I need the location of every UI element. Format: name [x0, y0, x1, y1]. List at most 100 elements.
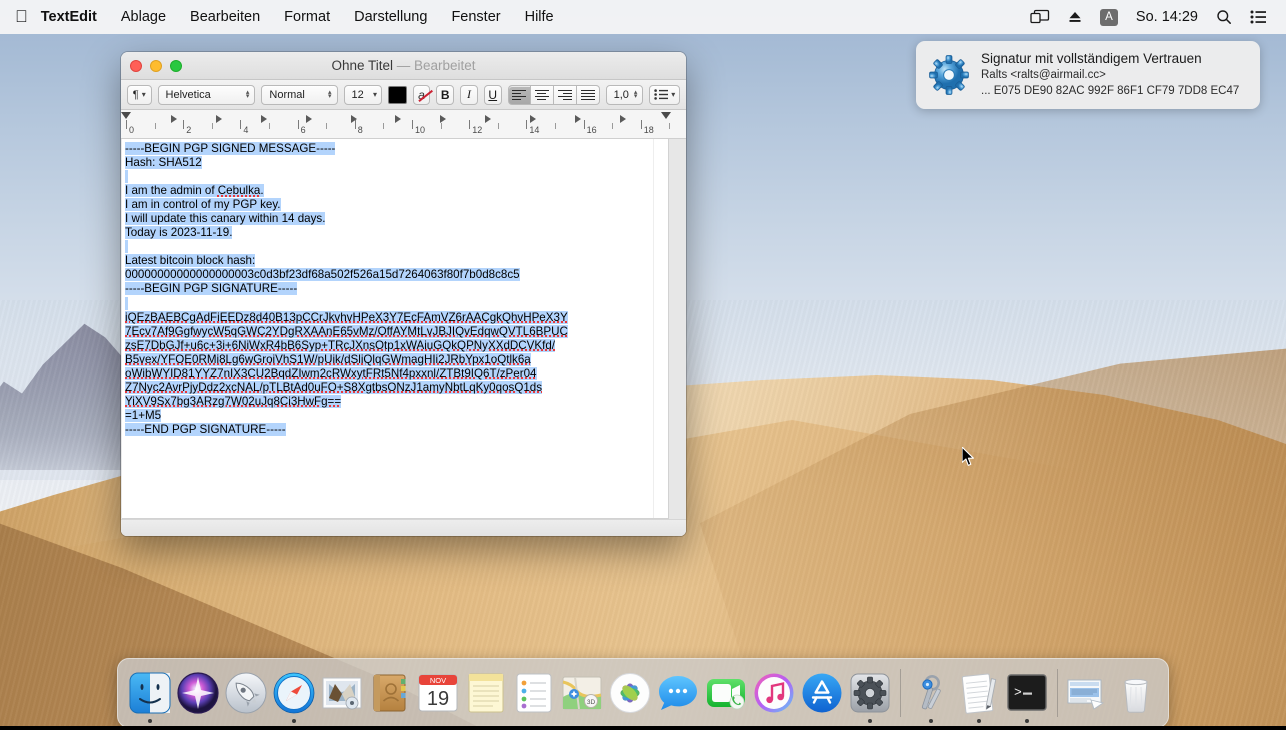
- vertical-scrollbar[interactable]: [653, 139, 668, 519]
- document-line[interactable]: [125, 297, 668, 311]
- text-color-swatch[interactable]: [388, 86, 407, 104]
- document-line[interactable]: Z7Nyc2AvrPjyDdz2xcNAL/pTLBtAd0uFO+S8Xgtb…: [125, 381, 668, 395]
- notification-banner[interactable]: Signatur mit vollständigem Vertrauen Ral…: [916, 41, 1260, 109]
- misspelled-word[interactable]: oWibWYID81YYZ7nIX3CU2BqdZIwm2cRWxytFRt5N…: [125, 367, 537, 380]
- document-line[interactable]: 00000000000000000003c0d3bf23df68a502f526…: [125, 268, 668, 282]
- dock-item-trash[interactable]: [1112, 667, 1160, 723]
- dock-item-safari[interactable]: [270, 667, 318, 723]
- menu-item-fenster[interactable]: Fenster: [439, 9, 512, 25]
- dock-item-system-preferences[interactable]: [846, 667, 894, 723]
- apple-logo-icon[interactable]: : [0, 8, 41, 25]
- document-page[interactable]: -----BEGIN PGP SIGNED MESSAGE-----Hash: …: [122, 139, 669, 519]
- document-line[interactable]: B5vex/YFOE0RMi8Lg6wGroiVhS1W/pUik/dSliQl…: [125, 353, 668, 367]
- zoom-button[interactable]: [170, 60, 182, 72]
- eject-icon[interactable]: [1059, 10, 1091, 24]
- document-line[interactable]: oWibWYID81YYZ7nIX3CU2BqdZIwm2cRWxytFRt5N…: [125, 367, 668, 381]
- menu-item-ablage[interactable]: Ablage: [109, 9, 178, 25]
- dock-item-keychain-access[interactable]: [907, 667, 955, 723]
- document-line[interactable]: Latest bitcoin block hash:: [125, 254, 668, 268]
- menu-item-bearbeiten[interactable]: Bearbeiten: [178, 9, 272, 25]
- ruler-tab-stop[interactable]: [620, 115, 626, 123]
- dock-item-finder[interactable]: [126, 667, 174, 723]
- window-titlebar[interactable]: Ohne Titel — Bearbeitet: [121, 52, 686, 80]
- font-family-select[interactable]: Helvetica ▴▾: [158, 85, 256, 105]
- menu-item-format[interactable]: Format: [272, 9, 342, 25]
- dock-item-siri[interactable]: [174, 667, 222, 723]
- dock-item-textedit[interactable]: [955, 667, 1003, 723]
- ruler[interactable]: 024681012141618: [121, 110, 686, 139]
- ruler-tab-stop[interactable]: [306, 115, 312, 123]
- misspelled-word[interactable]: YiXV9Sx7bg3ARzg7W02uJq8Ci3HwFg==: [125, 395, 341, 408]
- ruler-tab-stop[interactable]: [351, 115, 357, 123]
- dock-item-calendar[interactable]: NOV19: [414, 667, 462, 723]
- misspelled-word[interactable]: zsE7DbGJf+u6c+3i+6NiWxR4bB6Syp+TRcJXnsOt…: [125, 339, 555, 352]
- search-icon[interactable]: [1207, 9, 1241, 25]
- document-line[interactable]: -----BEGIN PGP SIGNED MESSAGE-----: [125, 142, 668, 156]
- ruler-tab-stop[interactable]: [575, 115, 581, 123]
- misspelled-word[interactable]: Cebulka: [218, 184, 261, 197]
- document-line[interactable]: I am in control of my PGP key.: [125, 198, 668, 212]
- misspelled-word[interactable]: B5vex/YFOE0RMi8Lg6wGroiVhS1W/pUik/dSliQl…: [125, 353, 531, 366]
- close-button[interactable]: [130, 60, 142, 72]
- document-line[interactable]: -----BEGIN PGP SIGNATURE-----: [125, 282, 668, 296]
- ruler-tab-stop[interactable]: [395, 115, 401, 123]
- dock-item-photos[interactable]: [606, 667, 654, 723]
- dock-item-appstore[interactable]: [798, 667, 846, 723]
- control-center-icon[interactable]: [1241, 10, 1276, 24]
- document-line[interactable]: I am the admin of Cebulka.: [125, 184, 668, 198]
- dock-item-facetime[interactable]: [702, 667, 750, 723]
- document-text[interactable]: -----BEGIN PGP SIGNED MESSAGE-----Hash: …: [122, 139, 668, 437]
- dock-item-notes[interactable]: [462, 667, 510, 723]
- dock-item-contacts[interactable]: [366, 667, 414, 723]
- screen-mirroring-icon[interactable]: [1021, 9, 1059, 25]
- bold-button[interactable]: B: [436, 85, 454, 105]
- paragraph-mark-icon[interactable]: ¶▾: [127, 85, 152, 105]
- input-source-indicator[interactable]: A: [1091, 9, 1127, 26]
- minimize-button[interactable]: [150, 60, 162, 72]
- document-line[interactable]: I will update this canary within 14 days…: [125, 212, 668, 226]
- dock-item-itunes[interactable]: [750, 667, 798, 723]
- ruler-tab-stop[interactable]: [171, 115, 177, 123]
- dock-item-messages[interactable]: [654, 667, 702, 723]
- ruler-right-indent-marker[interactable]: [661, 112, 671, 119]
- font-style-select[interactable]: Normal ▴▾: [261, 85, 337, 105]
- textedit-window[interactable]: Ohne Titel — Bearbeitet ¶▾ Helvetica ▴▾ …: [121, 52, 686, 536]
- text-highlight-icon[interactable]: a: [413, 85, 431, 105]
- dock-item-launchpad[interactable]: [222, 667, 270, 723]
- dock-item-terminal[interactable]: >: [1003, 667, 1051, 723]
- ruler-tab-stop[interactable]: [261, 115, 267, 123]
- dock-item-mail[interactable]: [318, 667, 366, 723]
- ruler-tab-stop[interactable]: [485, 115, 491, 123]
- document-line[interactable]: =1+M5: [125, 409, 668, 423]
- document-line[interactable]: 7Ecv7Af9GgfwycW5qGWC2YDgRXAAnE65vMz/OffA…: [125, 325, 668, 339]
- font-size-select[interactable]: 12 ▾: [344, 85, 383, 105]
- dock-item-maps[interactable]: 3D: [558, 667, 606, 723]
- align-left-button[interactable]: [508, 85, 531, 105]
- ruler-left-indent-marker[interactable]: [121, 112, 131, 119]
- underline-button[interactable]: U: [484, 85, 502, 105]
- ruler-tab-stop[interactable]: [440, 115, 446, 123]
- misspelled-word[interactable]: 7Ecv7Af9GgfwycW5qGWC2YDgRXAAnE65vMz/OffA…: [125, 325, 568, 338]
- misspelled-word[interactable]: iQEzBAEBCgAdFiEEDz8d40B13pCCrJkvhvHPeX3Y…: [125, 311, 568, 324]
- document-line[interactable]: zsE7DbGJf+u6c+3i+6NiWxR4bB6Syp+TRcJXnsOt…: [125, 339, 668, 353]
- bullet-list-icon[interactable]: ▾: [649, 85, 680, 105]
- menu-item-textedit[interactable]: TextEdit: [41, 9, 109, 25]
- italic-button[interactable]: I: [460, 85, 478, 105]
- document-line[interactable]: Today is 2023-11-19.: [125, 226, 668, 240]
- ruler-tab-stop[interactable]: [530, 115, 536, 123]
- document-line[interactable]: [125, 170, 668, 184]
- align-center-button[interactable]: [531, 85, 554, 105]
- document-line[interactable]: [125, 240, 668, 254]
- menu-bar-clock[interactable]: So. 14:29: [1127, 9, 1207, 25]
- align-justify-button[interactable]: [577, 85, 600, 105]
- document-line[interactable]: iQEzBAEBCgAdFiEEDz8d40B13pCCrJkvhvHPeX3Y…: [125, 311, 668, 325]
- ruler-tab-stop[interactable]: [216, 115, 222, 123]
- align-right-button[interactable]: [554, 85, 577, 105]
- menu-item-hilfe[interactable]: Hilfe: [513, 9, 566, 25]
- dock-item-minimized-document[interactable]: [1064, 667, 1112, 723]
- misspelled-word[interactable]: Z7Nyc2AvrPjyDdz2xcNAL/pTLBtAd0uFO+S8Xgtb…: [125, 381, 542, 394]
- menu-item-darstellung[interactable]: Darstellung: [342, 9, 439, 25]
- document-line[interactable]: Hash: SHA512: [125, 156, 668, 170]
- dock-item-reminders[interactable]: [510, 667, 558, 723]
- document-line[interactable]: -----END PGP SIGNATURE-----: [125, 423, 668, 437]
